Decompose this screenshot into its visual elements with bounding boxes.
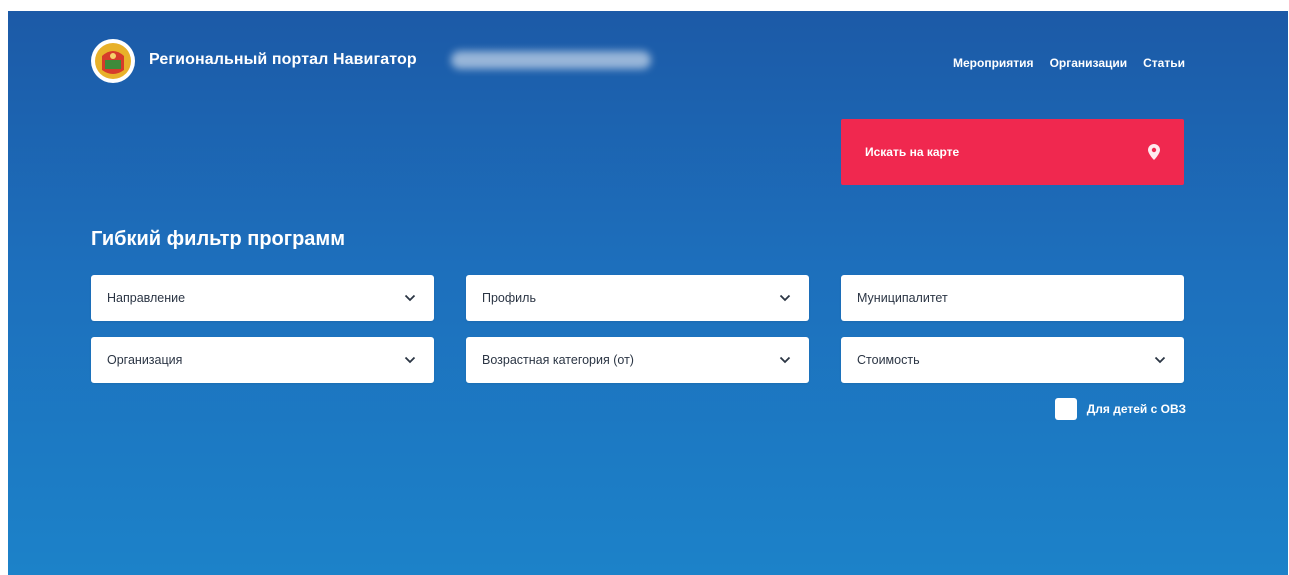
disabled-children-checkbox-label: Для детей с ОВЗ bbox=[1086, 402, 1186, 416]
search-on-map-button[interactable]: Искать на карте bbox=[841, 119, 1184, 185]
search-on-map-label: Искать на карте bbox=[865, 145, 960, 159]
hero-section: Региональный портал Навигатор Мероприяти… bbox=[8, 11, 1288, 575]
nav-link-organizations[interactable]: Организации bbox=[1050, 56, 1128, 70]
top-navigation: Мероприятия Организации Статьи bbox=[953, 56, 1185, 70]
disabled-children-checkbox[interactable] bbox=[1054, 398, 1077, 420]
nav-link-events[interactable]: Мероприятия bbox=[953, 56, 1034, 70]
nav-link-articles[interactable]: Статьи bbox=[1143, 56, 1185, 70]
chevron-down-icon bbox=[779, 356, 791, 364]
disabled-children-checkbox-row[interactable]: Для детей с ОВЗ bbox=[1054, 398, 1186, 420]
chevron-down-icon bbox=[1154, 356, 1166, 364]
age-category-select[interactable]: Возрастная категория (от) bbox=[466, 337, 809, 383]
municipality-input[interactable]: Муниципалитет bbox=[841, 275, 1184, 321]
emblem-icon bbox=[95, 43, 131, 79]
organization-select[interactable]: Организация bbox=[91, 337, 434, 383]
chevron-down-icon bbox=[404, 294, 416, 302]
municipality-input-label: Муниципалитет bbox=[857, 291, 948, 305]
direction-select-label: Направление bbox=[107, 291, 186, 305]
profile-select-label: Профиль bbox=[482, 291, 536, 305]
age-category-select-label: Возрастная категория (от) bbox=[482, 353, 634, 367]
map-pin-icon bbox=[1148, 144, 1160, 160]
site-title[interactable]: Региональный портал Навигатор bbox=[149, 51, 417, 69]
cost-select[interactable]: Стоимость bbox=[841, 337, 1184, 383]
chevron-down-icon bbox=[779, 294, 791, 302]
organization-select-label: Организация bbox=[107, 353, 183, 367]
profile-select[interactable]: Профиль bbox=[466, 275, 809, 321]
region-emblem-logo[interactable] bbox=[91, 39, 135, 83]
cost-select-label: Стоимость bbox=[857, 353, 920, 367]
chevron-down-icon bbox=[404, 356, 416, 364]
filter-title: Гибкий фильтр программ bbox=[91, 228, 346, 250]
direction-select[interactable]: Направление bbox=[91, 275, 434, 321]
blurred-region-name bbox=[451, 51, 651, 69]
